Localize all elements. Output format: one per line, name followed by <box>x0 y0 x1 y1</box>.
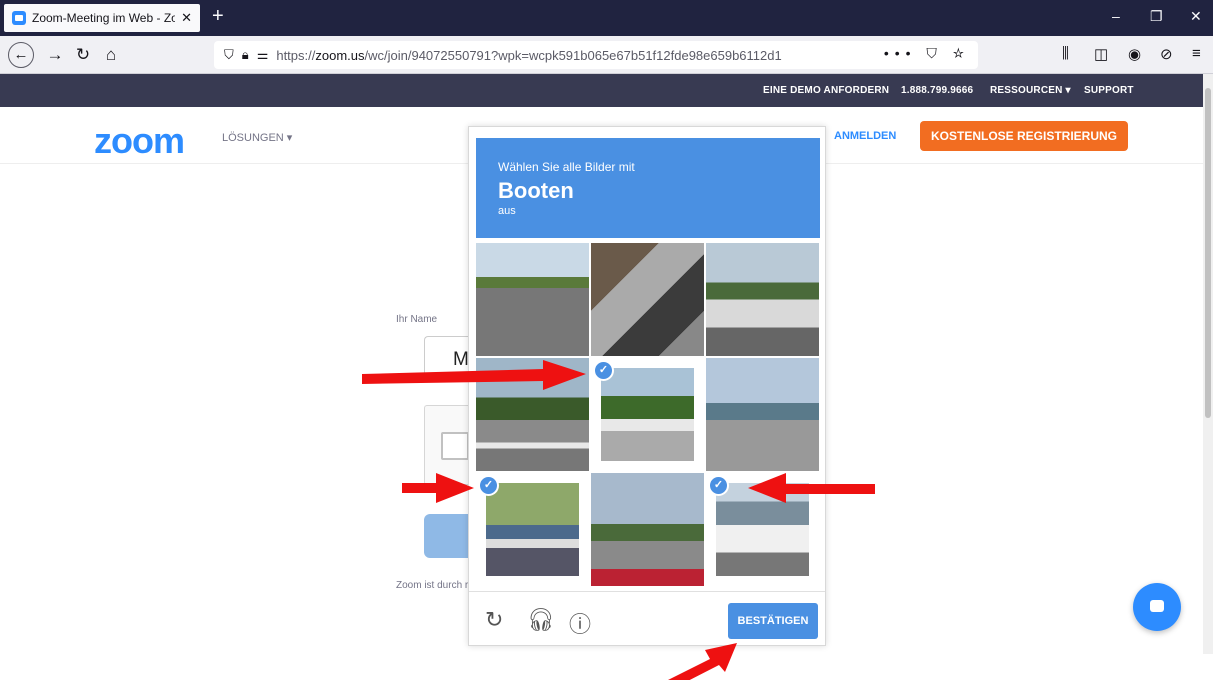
tile-intersection[interactable] <box>706 358 819 471</box>
captcha-target-word: Booten <box>498 178 574 203</box>
browser-nav-bar: ← → ↻ ⌂ ⛉ 🔒︎ ⚌ https://zoom.us/wc/join/9… <box>0 36 1213 74</box>
zoom-logo[interactable]: zoom <box>94 120 185 162</box>
reload-icon[interactable]: ↻ <box>70 43 96 67</box>
sign-in-link[interactable]: ANMELDEN <box>834 130 896 142</box>
captcha-prompt: Wählen Sie alle Bilder mit <box>498 160 635 174</box>
zoom-top-bar: EINE DEMO ANFORDERN 1.888.799.9666 RESSO… <box>0 74 1203 107</box>
phone-link[interactable]: 1.888.799.9666 <box>901 85 973 96</box>
info-icon[interactable]: ⓘ <box>569 607 591 639</box>
new-tab-button[interactable]: + <box>212 6 224 26</box>
url-actions-icons[interactable]: ••• ⛉ ☆ <box>884 45 970 62</box>
name-label: Ihr Name <box>396 314 438 325</box>
sidebar-icon[interactable]: ◫ <box>1094 45 1108 63</box>
request-demo-link[interactable]: EINE DEMO ANFORDERN <box>763 85 889 96</box>
support-link[interactable]: SUPPORT <box>1084 85 1134 96</box>
restore-icon[interactable]: ❐ <box>1150 8 1163 25</box>
selected-check-icon: ✓ <box>593 360 614 381</box>
tile-motorcycle[interactable] <box>591 243 704 356</box>
shield-icon[interactable]: ⛉ <box>224 47 234 63</box>
refresh-icon[interactable]: ↻ <box>485 607 503 633</box>
permissions-icon[interactable]: ⚌ <box>257 47 269 63</box>
resources-menu[interactable]: RESSOURCEN ▾ <box>990 85 1071 96</box>
captcha-submit-button[interactable]: BESTÄTIGEN <box>728 603 818 639</box>
captcha-challenge: Wählen Sie alle Bilder mit Booten aus ✓ … <box>468 126 826 646</box>
chat-bubble-icon[interactable] <box>1133 583 1181 631</box>
back-arrow-icon[interactable]: ← <box>8 42 34 68</box>
tile-boat-trailer[interactable]: ✓ <box>591 358 704 471</box>
selected-check-icon: ✓ <box>708 475 729 496</box>
terms-text: Zoom ist durch r <box>396 580 469 591</box>
audio-headphones-icon[interactable]: 🎧︎ <box>527 607 555 633</box>
captcha-suffix: aus <box>498 205 516 217</box>
tile-boats-lot[interactable]: ✓ <box>476 473 589 586</box>
tile-car[interactable] <box>706 243 819 356</box>
zoom-favicon-icon <box>12 11 26 25</box>
captcha-checkbox[interactable] <box>441 432 469 460</box>
url-text: https://zoom.us/wc/join/94072550791?wpk=… <box>276 47 782 63</box>
join-button[interactable] <box>424 514 474 558</box>
close-tab-icon[interactable]: ✕ <box>181 10 192 26</box>
tab-title: Zoom-Meeting im Web - Zoom <box>32 11 176 25</box>
home-icon[interactable]: ⌂ <box>98 43 124 67</box>
scrollbar-thumb[interactable] <box>1205 88 1211 418</box>
captcha-footer-divider <box>469 591 825 592</box>
solutions-menu[interactable]: LÖSUNGEN ▾ <box>222 131 292 144</box>
account-icon[interactable]: ◉ <box>1128 45 1141 63</box>
library-icon[interactable]: ⫼ <box>1062 45 1069 62</box>
browser-tab[interactable]: Zoom-Meeting im Web - Zoom ✕ <box>4 4 200 32</box>
menu-icon[interactable]: ≡ <box>1192 45 1201 62</box>
tile-boat-dock[interactable]: ✓ <box>706 473 819 586</box>
tile-crosswalk[interactable] <box>476 358 589 471</box>
url-bar[interactable]: ⛉ 🔒︎ ⚌ https://zoom.us/wc/join/940725507… <box>214 41 978 69</box>
tile-road[interactable] <box>476 243 589 356</box>
blocked-icon[interactable]: ⊘ <box>1160 45 1173 63</box>
lock-icon[interactable]: 🔒︎ <box>242 47 249 63</box>
window-close-icon[interactable]: ✕ <box>1190 8 1202 25</box>
sign-up-button[interactable]: KOSTENLOSE REGISTRIERUNG <box>920 121 1128 151</box>
tile-traffic-light[interactable] <box>591 473 704 586</box>
page-scrollbar[interactable] <box>1203 74 1213 654</box>
captcha-header: Wählen Sie alle Bilder mit Booten aus <box>476 138 820 238</box>
minimize-icon[interactable]: – <box>1112 8 1120 24</box>
browser-tab-bar: Zoom-Meeting im Web - Zoom ✕ + – ❐ ✕ <box>0 0 1213 36</box>
selected-check-icon: ✓ <box>478 475 499 496</box>
forward-arrow-icon[interactable]: → <box>42 43 68 67</box>
